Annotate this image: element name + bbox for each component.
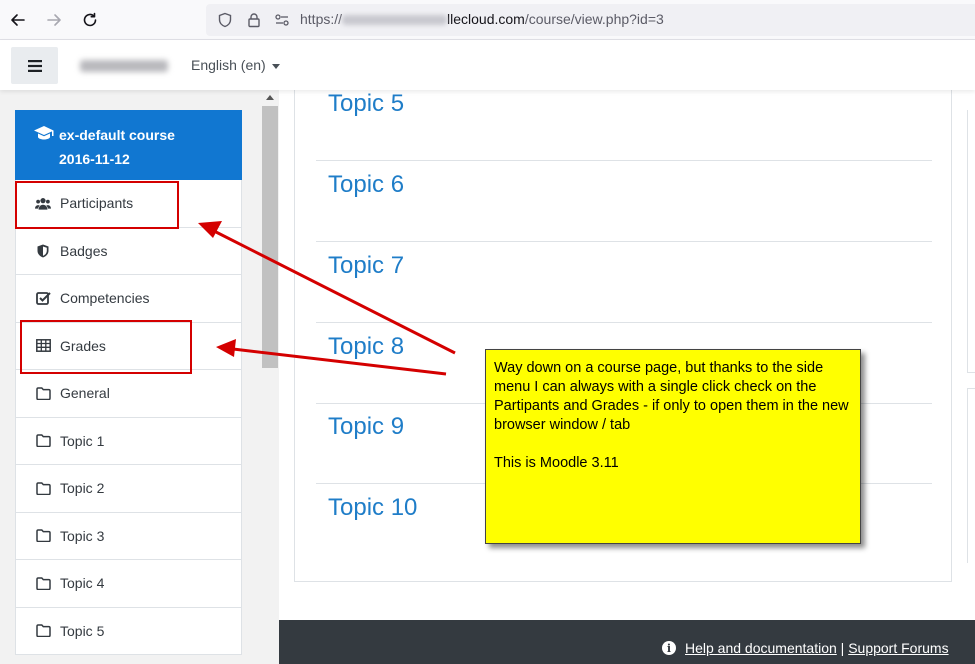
footer-links: Help and documentation | Support Forums (685, 640, 949, 656)
nav-drawer: ex-default course 2016-11-12 Participant… (0, 90, 279, 664)
folder-icon (35, 433, 51, 449)
sidebar-item-label: Topic 4 (60, 575, 105, 591)
back-button[interactable] (6, 8, 30, 32)
graduation-cap-icon (34, 126, 54, 140)
support-forums-link[interactable]: Support Forums (848, 640, 948, 656)
sidebar-item-label: General (60, 385, 110, 401)
folder-icon (35, 575, 51, 591)
url-redacted (342, 15, 448, 26)
sidebar-item-topic-3[interactable]: Topic 3 (15, 512, 242, 560)
info-icon: i (662, 641, 676, 655)
lock-icon[interactable] (246, 12, 262, 28)
hamburger-icon (27, 59, 42, 72)
scrollbar-thumb[interactable] (262, 106, 278, 368)
sidebar-item-competencies[interactable]: Competencies (15, 275, 242, 323)
address-bar[interactable]: https:// llecloud.com/course/view.php?id=… (206, 4, 975, 36)
language-menu[interactable]: English (en) (191, 57, 280, 73)
section-title-link[interactable]: Topic 6 (328, 171, 404, 199)
course-menu: Participants Badges Competencies Grades … (15, 180, 242, 655)
section-title-link[interactable]: Topic 10 (328, 494, 417, 522)
url-host: llecloud.com (447, 11, 525, 27)
annotation-sticky-note: Way down on a course page, but thanks to… (485, 349, 861, 544)
folder-icon (35, 385, 51, 401)
forward-arrow-icon (47, 14, 61, 26)
section-title-link[interactable]: Topic 7 (328, 252, 404, 280)
sidebar-item-label: Topic 3 (60, 527, 105, 544)
right-block-edge (967, 110, 975, 373)
sidebar-item-label: Competencies (60, 290, 150, 306)
folder-icon (35, 623, 51, 639)
sidebar-item-topic-1[interactable]: Topic 1 (15, 417, 242, 465)
forward-button[interactable] (42, 8, 66, 32)
highlight-participants-box (15, 181, 179, 229)
section-title-link[interactable]: Topic 8 (328, 333, 404, 361)
site-name-redacted[interactable] (80, 60, 168, 72)
course-title: ex-default course (59, 127, 175, 143)
scroll-up-arrow-icon[interactable] (266, 95, 274, 100)
section-title-link[interactable]: Topic 5 (328, 90, 404, 118)
help-link[interactable]: Help and documentation (685, 640, 837, 656)
folder-icon (35, 528, 51, 544)
course-home-link[interactable]: ex-default course 2016-11-12 (15, 110, 242, 180)
caret-down-icon (271, 63, 280, 69)
tracking-shield-icon[interactable] (217, 12, 233, 28)
note-text-version: This is Moodle 3.11 (494, 455, 619, 471)
folder-icon (35, 480, 51, 496)
url-text: https:// llecloud.com/course/view.php?id=… (300, 11, 664, 27)
sidebar-item-badges[interactable]: Badges (15, 227, 242, 275)
section-topic-6: Topic 6 (316, 161, 932, 242)
sidebar-item-general[interactable]: General (15, 370, 242, 418)
course-date: 2016-11-12 (59, 151, 130, 167)
note-text: Way down on a course page, but thanks to… (494, 360, 849, 433)
url-prefix: https:// (300, 11, 343, 27)
sidebar-item-label: Badges (60, 242, 108, 259)
page-footer: i Help and documentation | Support Forum… (279, 620, 975, 664)
sidebar-item-label: Topic 2 (60, 480, 105, 496)
moodle-navbar: English (en) (0, 40, 975, 90)
section-topic-7: Topic 7 (316, 242, 932, 323)
language-label: English (en) (191, 57, 266, 73)
shield-icon (35, 243, 51, 259)
highlight-grades-box (20, 320, 192, 374)
sidebar-item-topic-4[interactable]: Topic 4 (15, 560, 242, 608)
section-topic-5: Topic 5 (316, 80, 932, 161)
drawer-scrollbar[interactable] (261, 90, 279, 664)
browser-toolbar: https:// llecloud.com/course/view.php?id=… (0, 0, 975, 40)
sidebar-item-topic-5[interactable]: Topic 5 (15, 607, 242, 655)
sidebar-item-label: Topic 1 (60, 432, 105, 449)
back-arrow-icon (11, 14, 25, 26)
permissions-icon[interactable] (274, 12, 290, 28)
check-square-icon (35, 290, 51, 306)
url-path: /course/view.php?id=3 (524, 11, 664, 27)
section-title-link[interactable]: Topic 9 (328, 413, 404, 441)
sidebar-item-label: Topic 5 (60, 622, 105, 639)
drawer-toggle-button[interactable] (11, 47, 58, 84)
footer-separator: | (840, 640, 845, 656)
reload-icon (83, 12, 97, 27)
reload-button[interactable] (78, 8, 102, 32)
sidebar-item-topic-2[interactable]: Topic 2 (15, 465, 242, 513)
right-block-edge (967, 388, 975, 563)
